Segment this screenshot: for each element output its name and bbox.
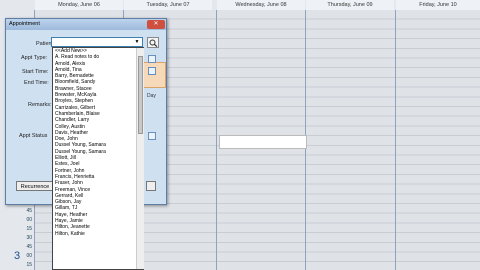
hour-label: 3: [14, 250, 21, 262]
save-button[interactable]: [146, 181, 156, 191]
appointment-slot[interactable]: [219, 135, 307, 149]
time-row: 15: [26, 226, 32, 232]
day-label: Day: [147, 93, 156, 99]
start-time-label: Start Time:: [22, 69, 49, 75]
day-column-friday[interactable]: [395, 10, 480, 270]
appt-type-button[interactable]: [148, 55, 156, 63]
dropdown-scrollbar[interactable]: [136, 48, 144, 269]
day-column-thursday[interactable]: [305, 10, 396, 270]
patient-search-button[interactable]: [147, 37, 159, 48]
chevron-down-icon[interactable]: ▼: [133, 38, 141, 46]
time-row: 30: [26, 235, 32, 241]
list-item[interactable]: [53, 237, 143, 243]
time-row: 00: [26, 217, 32, 223]
appt-type-label: Appt Type:: [21, 55, 48, 61]
patient-dropdown-list[interactable]: <<Add New>> A. Read notes to do Arnold, …: [52, 47, 144, 270]
remarks-label: Remarks:: [28, 102, 52, 108]
recurrence-button[interactable]: Recurrence: [16, 181, 54, 191]
status-button[interactable]: [148, 132, 156, 140]
close-button[interactable]: ✕: [147, 20, 165, 29]
start-time-button[interactable]: [148, 67, 156, 75]
end-time-label: End Time:: [24, 80, 49, 86]
time-row: 45: [26, 208, 32, 214]
scrollbar-thumb[interactable]: [138, 56, 143, 134]
patient-combo[interactable]: ▼: [51, 37, 143, 47]
search-icon: [149, 39, 158, 47]
appt-status-label: Appt Status: [19, 133, 48, 139]
dialog-title: Appointment: [6, 19, 166, 30]
time-row: 15: [26, 262, 32, 268]
